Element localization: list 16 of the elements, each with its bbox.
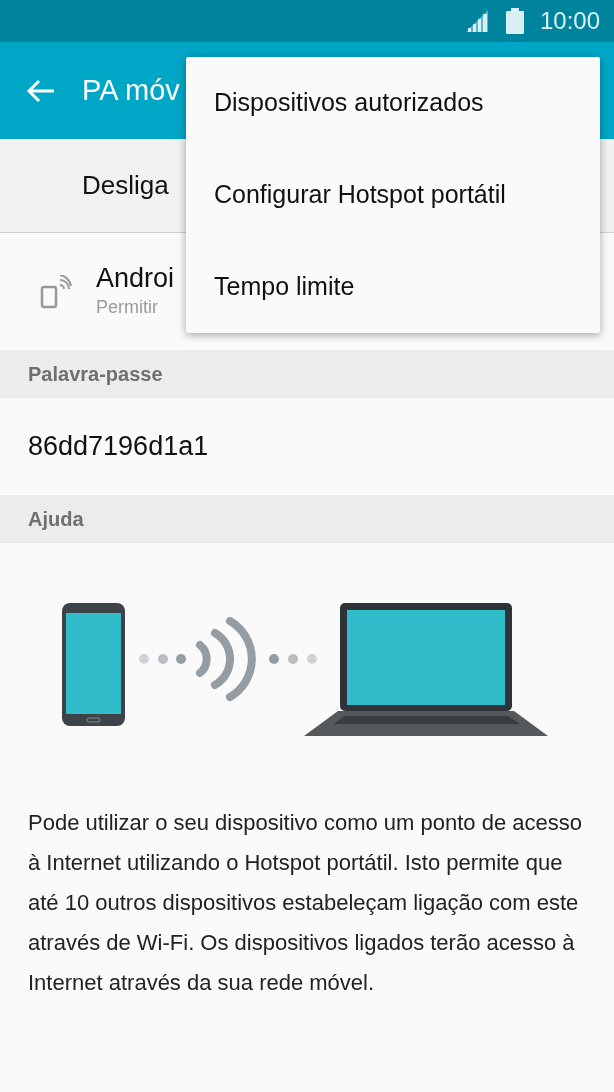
page-title: PA móv [82,72,180,108]
menu-item[interactable]: Dispositivos autorizados [186,57,600,149]
network-name: Androi [96,261,175,295]
clock-time: 10:00 [539,6,600,36]
password-value: 86dd7196d1a1 [28,430,209,464]
back-icon[interactable] [26,78,56,103]
hotspot-device-icon [40,274,72,309]
section-header: Ajuda [28,507,84,532]
battery-icon [505,8,524,34]
menu-item[interactable]: Tempo limite [186,241,600,333]
switch-label: Desliga [82,169,169,202]
help-paragraph: Pode utilizar o seu dispositivo como um ponto de acesso à Internet utilizando o Hotspot portátil. Isto permite que até 10 outros dispositivos estabeleçam ligação com este através de Wi-Fi. Os dispositivos ligados terão acesso à Internet através da sua rede móvel. [27,809,583,997]
network-subtitle: Permitir [96,296,159,320]
section-header: Palavra-passe [28,362,163,387]
signal-icon [465,10,490,32]
menu-item[interactable]: Configurar Hotspot portátil [186,149,600,241]
